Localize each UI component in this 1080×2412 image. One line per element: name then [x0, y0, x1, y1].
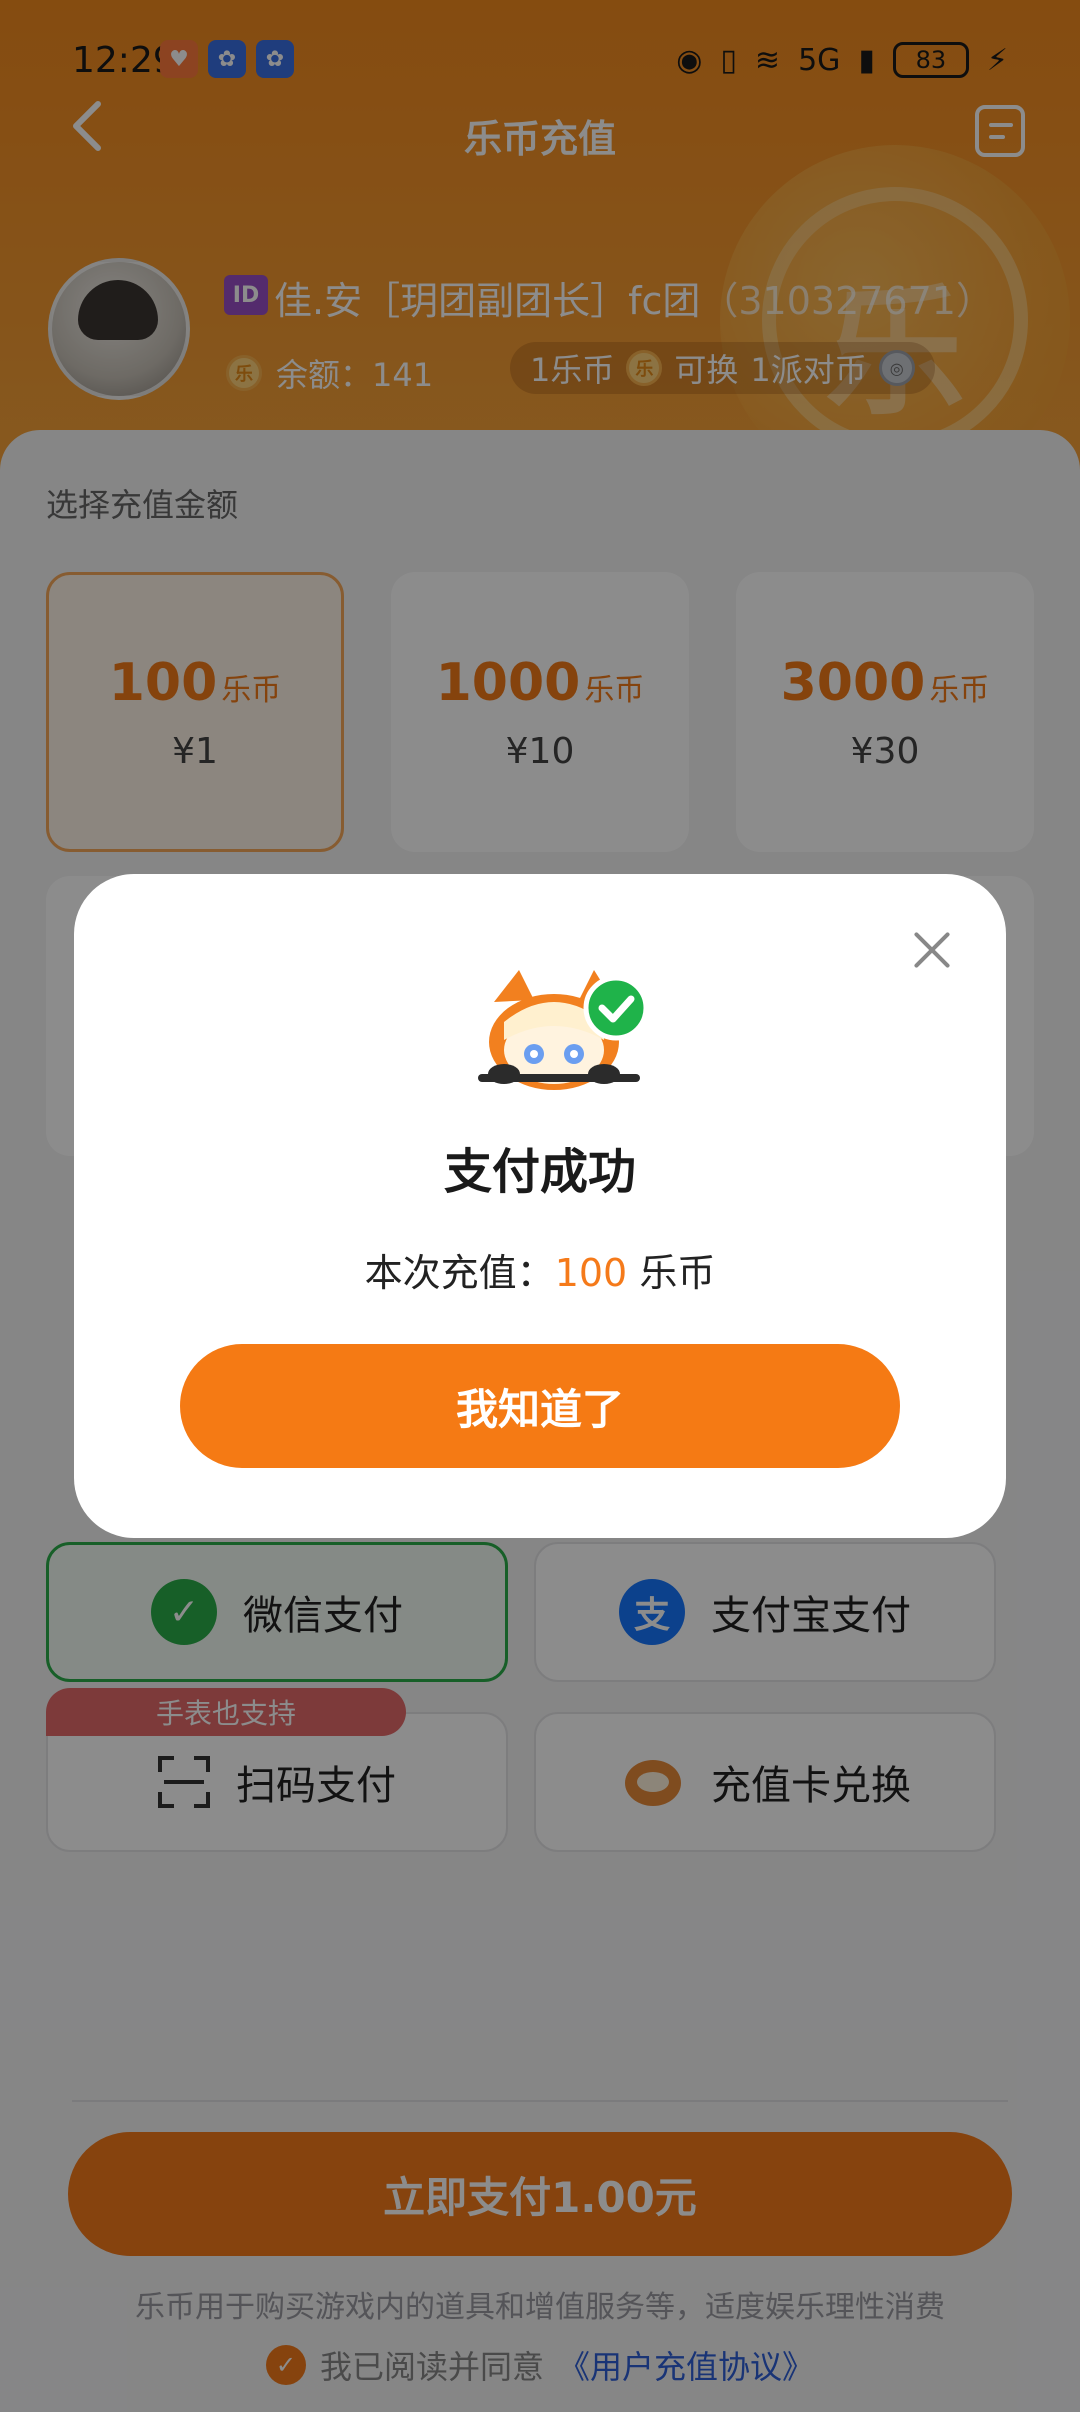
- payment-success-dialog: 支付成功 本次充值：100 乐币 我知道了: [74, 874, 1006, 1538]
- recharged-amount: 100: [554, 1251, 628, 1295]
- close-icon[interactable]: [912, 930, 952, 970]
- mascot-success-icon: [478, 970, 649, 1090]
- acknowledge-button[interactable]: 我知道了: [180, 1344, 900, 1468]
- desc-unit: 乐币: [639, 1251, 716, 1295]
- desc-prefix: 本次充值：: [364, 1251, 555, 1295]
- dialog-description: 本次充值：100 乐币: [74, 1242, 1006, 1297]
- dialog-title: 支付成功: [443, 1144, 636, 1200]
